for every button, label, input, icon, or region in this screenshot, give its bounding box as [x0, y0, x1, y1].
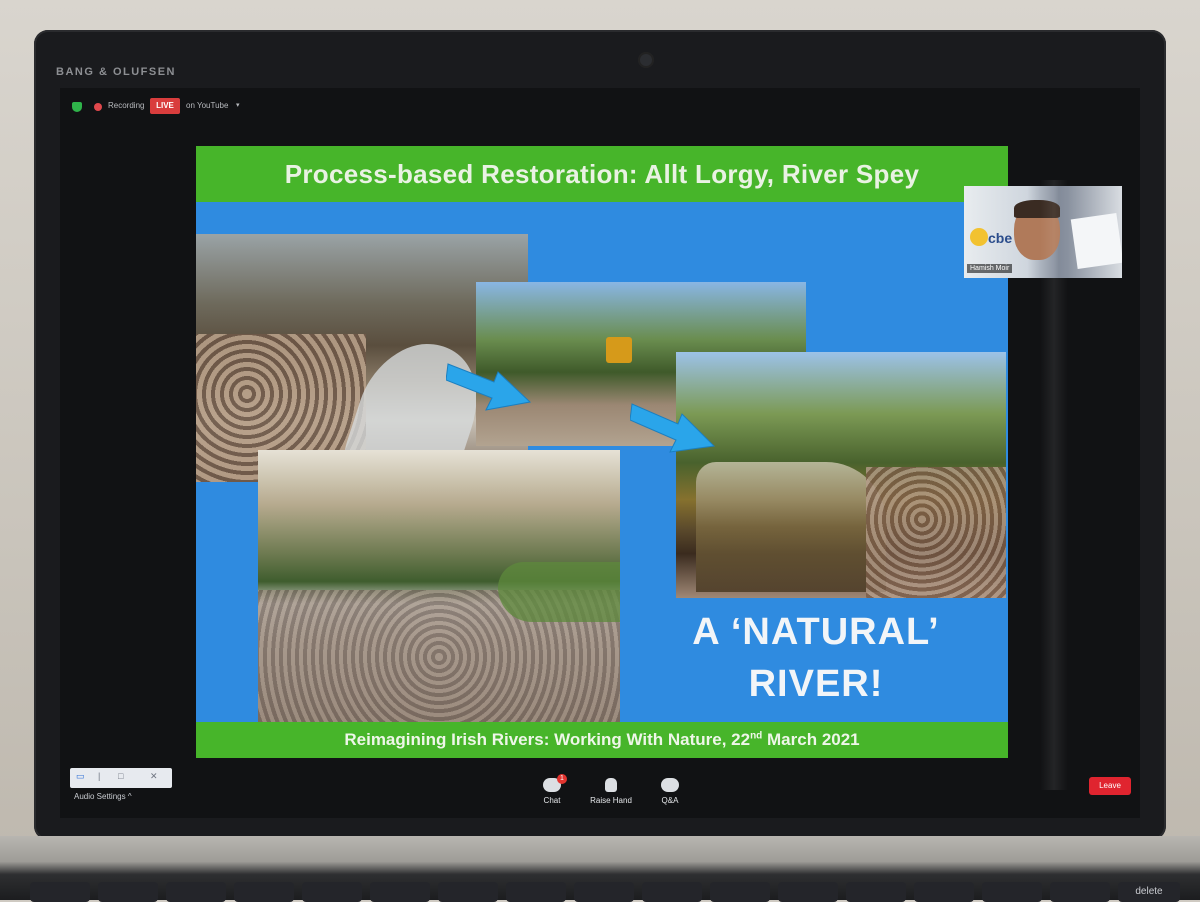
slide-title-band: Process-based Restoration: Allt Lorgy, R…: [196, 146, 1008, 202]
close-icon[interactable]: ✕: [150, 771, 158, 782]
key: [1050, 882, 1110, 902]
laptop-brand-label: BANG & OLUFSEN: [56, 66, 176, 78]
live-destination[interactable]: on YouTube: [186, 101, 228, 110]
key: [574, 882, 634, 902]
recording-label: Recording: [108, 101, 145, 110]
webcam-icon: [638, 52, 654, 68]
slide-title: Process-based Restoration: Allt Lorgy, R…: [284, 158, 920, 189]
raise-hand-button[interactable]: Raise Hand: [581, 778, 641, 805]
key: [234, 882, 294, 902]
slide-footer: Reimagining Irish Rivers: Working With N…: [344, 730, 860, 749]
qa-bubbles-icon: [661, 778, 679, 792]
callout-line-1: A ‘NATURAL’: [692, 611, 940, 653]
key: [914, 882, 974, 902]
key: [98, 882, 158, 902]
delete-key: delete: [1118, 882, 1180, 902]
callout-line-2: RIVER!: [748, 663, 884, 705]
excavator-icon: [606, 337, 632, 363]
slide-callout: A ‘NATURAL’ RIVER!: [626, 606, 1006, 710]
chevron-up-icon: ^: [127, 792, 132, 801]
video-camera-icon: ▭: [76, 771, 85, 781]
maximize-icon[interactable]: □: [118, 771, 123, 781]
live-badge[interactable]: LIVE: [150, 98, 180, 114]
organisation-logo-text: cbe: [988, 230, 1013, 246]
qa-button[interactable]: Q&A: [640, 778, 700, 805]
audio-settings-button[interactable]: Audio Settings ^: [74, 792, 132, 801]
participant-name: Hamish Moir: [967, 264, 1013, 273]
key: [166, 882, 226, 902]
photo-gravel-bar: [258, 450, 620, 724]
key: [302, 882, 362, 902]
chat-label: Chat: [543, 796, 561, 805]
hand-icon: [605, 778, 617, 792]
key: [982, 882, 1042, 902]
arrow-right-down-icon: [630, 403, 716, 453]
screen-glare: [1040, 180, 1068, 790]
qa-label: Q&A: [661, 796, 679, 805]
photo-restored-river: [676, 352, 1006, 598]
chat-button[interactable]: 1 Chat: [522, 774, 582, 805]
key: [438, 882, 498, 902]
divider-icon: |: [98, 771, 101, 781]
key: [642, 882, 702, 902]
key: [370, 882, 430, 902]
slide-footer-band: Reimagining Irish Rivers: Working With N…: [196, 722, 1008, 758]
key: [846, 882, 906, 902]
presentation-slide: Process-based Restoration: Allt Lorgy, R…: [196, 146, 1008, 758]
organisation-logo-icon: [970, 228, 988, 246]
arrow-right-down-icon: [446, 363, 532, 411]
audio-mini-window[interactable]: ▭ | □ ✕: [70, 768, 172, 788]
key: [506, 882, 566, 902]
chat-unread-badge: 1: [557, 774, 567, 784]
security-shield-icon: [72, 102, 82, 112]
recording-dot-icon: [94, 103, 102, 111]
key: [778, 882, 838, 902]
raise-hand-label: Raise Hand: [590, 796, 632, 805]
chevron-down-icon[interactable]: ▾: [236, 101, 240, 109]
key: [710, 882, 770, 902]
leave-button[interactable]: Leave: [1089, 777, 1131, 795]
key: [30, 882, 90, 902]
